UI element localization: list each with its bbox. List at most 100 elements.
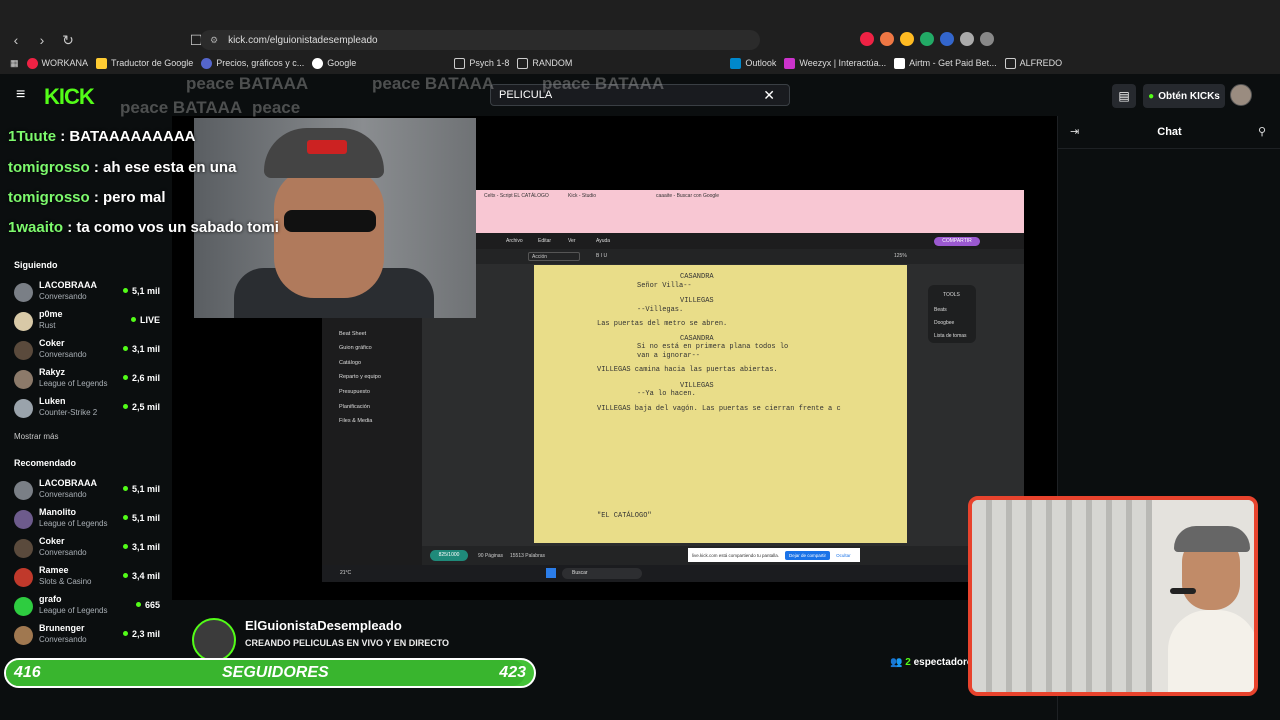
channel-name: LACOBRAAA bbox=[39, 478, 97, 488]
extension-icon[interactable] bbox=[920, 32, 934, 46]
script-line: Las puertas del metro se abren. bbox=[597, 320, 728, 328]
shared-menu-item: Ayuda bbox=[596, 238, 611, 244]
channel-category: Slots & Casino bbox=[39, 577, 92, 586]
shared-menu-item: Ver bbox=[568, 238, 576, 244]
bookmark-item[interactable]: Outlook bbox=[730, 57, 776, 69]
bookmark-favicon-icon bbox=[96, 57, 108, 69]
bookmark-favicon-icon bbox=[26, 57, 38, 69]
sidebar-channel[interactable]: Coker Conversando 3,1 mil bbox=[14, 536, 164, 562]
address-bar[interactable]: ⚙ kick.com/elguionistadesempleado bbox=[200, 30, 760, 50]
sidebar-channel[interactable]: grafo League of Legends 665 bbox=[14, 594, 164, 620]
webcam-person-body bbox=[1168, 610, 1254, 692]
channel-category: Counter-Strike 2 bbox=[39, 408, 98, 417]
shared-taskbar-search: Buscar bbox=[562, 568, 642, 579]
bookmark-item[interactable]: Weezyx | Interactúa... bbox=[784, 57, 886, 69]
bookmark-item[interactable]: WORKANA bbox=[26, 57, 88, 69]
channel-viewers: 665 bbox=[136, 600, 160, 610]
extension-icon[interactable] bbox=[880, 32, 894, 46]
shared-pages: 90 Páginas bbox=[478, 553, 504, 559]
extension-icon[interactable] bbox=[860, 32, 874, 46]
overlay-chat-line: tomigrosso : pero mal bbox=[8, 189, 166, 206]
outlook-icon bbox=[730, 57, 742, 69]
streamer-webcam bbox=[194, 118, 476, 318]
streamer-name[interactable]: ElGuionistaDesempleado bbox=[245, 618, 402, 633]
sidebar-channel[interactable]: Luken Counter-Strike 2 2,5 mil bbox=[14, 396, 164, 422]
sidebar-channel[interactable]: p0me Rust LIVE bbox=[14, 309, 164, 335]
menu-icon[interactable]: ≡ bbox=[16, 86, 25, 104]
viewers-icon: 👥 bbox=[890, 657, 903, 668]
overlay-ghost-text: peace bbox=[252, 98, 301, 117]
get-kicks-button[interactable]: ● Obtén KICKs bbox=[1143, 84, 1225, 108]
stop-sharing-button: Dejar de compartir bbox=[785, 550, 831, 560]
webcam-person-face bbox=[274, 168, 384, 298]
library-icon[interactable]: ▤ bbox=[1112, 84, 1136, 108]
stream-title: CREANDO PELICULAS EN VIVO Y EN DIRECTO bbox=[245, 638, 450, 648]
webcam-person-cap bbox=[1174, 526, 1250, 552]
sidebar-channel[interactable]: Rakyz League of Legends 2,6 mil bbox=[14, 367, 164, 393]
clear-search-icon[interactable]: ✕ bbox=[763, 87, 775, 104]
tools-title: TOOLS bbox=[943, 292, 960, 298]
user-avatar[interactable] bbox=[1230, 84, 1252, 106]
channel-viewers: 2,5 mil bbox=[123, 402, 160, 412]
sidebar-channel[interactable]: Coker Conversando 3,1 mil bbox=[14, 338, 164, 364]
channel-category: Conversando bbox=[39, 350, 87, 359]
extension-icon[interactable] bbox=[900, 32, 914, 46]
back-icon[interactable]: ‹ bbox=[6, 32, 26, 48]
shared-nav-item: Beat Sheet bbox=[339, 331, 367, 337]
channel-viewers: 3,1 mil bbox=[123, 344, 160, 354]
bookmark-item[interactable]: Psych 1-8 bbox=[454, 57, 509, 69]
sidebar-channel[interactable]: LACOBRAAA Conversando 5,1 mil bbox=[14, 478, 164, 504]
bookmark-favicon-icon bbox=[201, 57, 213, 69]
stream-player[interactable]: Celtx - Script EL CATÁLOGO Kick - Studio… bbox=[8, 74, 1057, 600]
share-notification: live.kick.com está compartiendo tu panta… bbox=[688, 548, 860, 562]
sidebar-channel[interactable]: LACOBRAAA Conversando 5,1 mil bbox=[14, 280, 164, 306]
shared-tab: Celtx - Script EL CATÁLOGO bbox=[484, 193, 549, 199]
site-info-icon[interactable]: ⚙ bbox=[210, 35, 218, 46]
sidebar-channel[interactable]: Manolito League of Legends 5,1 mil bbox=[14, 507, 164, 533]
goal-current: 416 bbox=[14, 664, 41, 681]
channel-avatar bbox=[14, 341, 33, 360]
browser-toolbar: ‹ › ↻ ☐ ⚙ kick.com/elguionistadesemplead… bbox=[0, 28, 1280, 52]
overlay-ghost-text: peace BATAAA bbox=[186, 74, 309, 93]
bookmark-item[interactable]: Precios, gráficos y c... bbox=[201, 57, 304, 69]
overlay-ghost-text: peace BATAAA bbox=[542, 74, 665, 93]
channel-name: Rakyz bbox=[39, 367, 66, 377]
sidebar-channel[interactable]: Brunenger Conversando 2,3 mil bbox=[14, 623, 164, 649]
tools-item: Beats bbox=[934, 307, 947, 313]
script-line: van a ignorar-- bbox=[637, 352, 701, 360]
forward-icon[interactable]: › bbox=[32, 32, 52, 48]
folder-icon bbox=[517, 57, 529, 69]
script-line: --Ya lo hacen. bbox=[637, 390, 696, 398]
overlay-ghost-text: peace BATAAA bbox=[120, 98, 243, 117]
extension-icon[interactable] bbox=[980, 32, 994, 46]
bookmark-item[interactable]: RANDOM bbox=[517, 57, 572, 69]
show-more-link[interactable]: Mostrar más bbox=[14, 432, 58, 441]
extension-icon[interactable] bbox=[960, 32, 974, 46]
shared-toolbar: Acción B I U 125% bbox=[476, 249, 1024, 264]
sidebar-channel[interactable]: Ramee Slots & Casino 3,4 mil bbox=[14, 565, 164, 591]
apps-icon[interactable]: ▦ bbox=[10, 58, 19, 69]
bookmark-item[interactable]: ALFREDO bbox=[1004, 57, 1062, 69]
kick-logo[interactable]: KICK bbox=[44, 84, 95, 110]
reload-icon[interactable]: ↻ bbox=[58, 32, 78, 49]
shared-nav-item: Reparto y equipo bbox=[339, 374, 381, 380]
bookmark-item[interactable]: Google bbox=[312, 57, 356, 69]
channel-avatar bbox=[14, 597, 33, 616]
streamer-avatar[interactable] bbox=[192, 618, 236, 662]
script-line: VILLEGAS camina hacia las puertas abiert… bbox=[597, 366, 778, 374]
bookmark-item[interactable]: Traductor de Google bbox=[96, 57, 193, 69]
extension-icon[interactable] bbox=[940, 32, 954, 46]
channel-category: Conversando bbox=[39, 548, 87, 557]
script-page: CASANDRA Señor Villa-- VILLEGAS --Villegas.… bbox=[534, 265, 907, 543]
windows-start-icon bbox=[546, 568, 556, 578]
shared-tools-panel: TOOLS Beats Doogbee Lista de tomas bbox=[928, 285, 976, 343]
channel-name: grafo bbox=[39, 594, 62, 604]
bookmark-item[interactable]: Airtm - Get Paid Bet... bbox=[894, 57, 997, 69]
hide-share-button: Ocultar bbox=[836, 552, 851, 558]
shared-menu-item: Editar bbox=[538, 238, 552, 244]
chat-users-icon[interactable]: ⚲ bbox=[1258, 125, 1266, 138]
channel-name: Ramee bbox=[39, 565, 69, 575]
kicks-icon: ● bbox=[1148, 90, 1155, 102]
webcam-person-sunglasses bbox=[284, 210, 376, 232]
webcam-curtain bbox=[972, 500, 1162, 692]
